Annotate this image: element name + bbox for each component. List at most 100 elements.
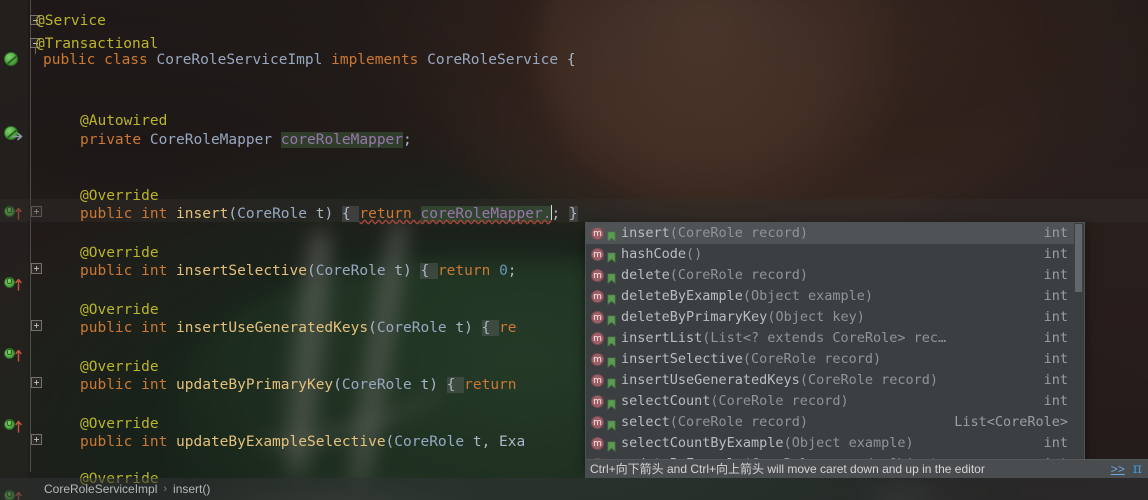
bookmark-icon <box>607 354 616 368</box>
autocomplete-item[interactable]: m deleteByExample(Object example) int <box>586 286 1074 307</box>
bookmark-icon <box>607 228 616 242</box>
code-line-caret[interactable]: public int insert(CoreRole t) { return c… <box>36 203 578 226</box>
param-name-t: t) <box>385 263 421 279</box>
param-type-corerole: CoreRole <box>237 206 307 222</box>
bookmark-icon <box>607 270 616 284</box>
autocomplete-item-label: selectCountByExample(Object example) <box>621 435 914 451</box>
body-close-brace: } <box>568 206 578 222</box>
pi-icon[interactable]: π <box>1125 461 1142 477</box>
autocomplete-popup[interactable]: m insert(CoreRole record) int m hashCode… <box>585 222 1085 468</box>
kw-public: public <box>80 434 142 450</box>
code-line[interactable]: private CoreRoleMapper coreRoleMapper; <box>36 129 412 152</box>
code-line[interactable]: public int insertSelective(CoreRole t) {… <box>36 260 517 283</box>
paren-open: ( <box>306 263 316 279</box>
autocomplete-item[interactable]: m insertList(List<? extends CoreRole> re… <box>586 328 1074 349</box>
autocomplete-item-type: int <box>1043 330 1068 346</box>
autocomplete-item[interactable]: m selectCountByExample(Object example) i… <box>586 433 1074 454</box>
autocomplete-item-label: selectCount(CoreRole record) <box>621 393 849 409</box>
open-brace: { <box>566 52 576 68</box>
bookmark-icon <box>607 291 616 305</box>
override-marker-icon[interactable]: O <box>4 347 22 362</box>
autocomplete-item[interactable]: m insertSelective(CoreRole record) int <box>586 349 1074 370</box>
autocomplete-item-label: delete(CoreRole record) <box>621 267 808 283</box>
autocomplete-item-label: hashCode() <box>621 246 703 262</box>
autocomplete-item[interactable]: m selectCount(CoreRole record) int <box>586 391 1074 412</box>
method-icon: m <box>591 269 604 282</box>
class-name-corerolemapper: CoreRoleMapper <box>149 132 281 148</box>
annotation-override: @Override <box>80 359 159 375</box>
hint-more-link[interactable]: >> <box>1111 460 1125 479</box>
autocomplete-item[interactable]: m insertUseGeneratedKeys(CoreRole record… <box>586 370 1074 391</box>
semicolon: ; <box>507 263 517 279</box>
param-type-corerole: CoreRole <box>315 263 386 279</box>
method-icon: m <box>591 353 604 366</box>
bookmark-icon <box>607 375 616 389</box>
autocomplete-item[interactable]: m insert(CoreRole record) int <box>586 223 1074 244</box>
autocomplete-item-label: deleteByPrimaryKey(Object key) <box>621 309 865 325</box>
breadcrumb[interactable]: CoreRoleServiceImpl › insert() <box>0 478 1148 500</box>
method-icon: m <box>591 437 604 450</box>
kw-public: public <box>80 377 142 393</box>
kw-return: return <box>437 263 500 279</box>
spring-bean-autowired-icon[interactable] <box>4 126 26 142</box>
body-open-brace: { <box>420 263 438 279</box>
kw-int: int <box>141 206 177 222</box>
autocomplete-item[interactable]: m select(CoreRole record) List<CoreRole> <box>586 412 1074 433</box>
kw-return-truncated: re <box>499 320 517 336</box>
param-type-corerole: CoreRole <box>376 320 447 336</box>
chevron-right-icon: › <box>163 483 168 495</box>
kw-public: public <box>80 320 142 336</box>
code-line[interactable]: public int updateByExampleSelective(Core… <box>36 431 525 454</box>
bookmark-icon <box>607 312 616 326</box>
body-open-brace: { <box>481 320 500 336</box>
param-name-t: t) <box>446 320 482 336</box>
ide-editor-window: O O O O O <box>0 0 1148 500</box>
autocomplete-list[interactable]: m insert(CoreRole record) int m hashCode… <box>586 223 1074 467</box>
autocomplete-item-type: int <box>1043 309 1068 325</box>
code-line[interactable]: @Service <box>36 10 106 33</box>
expression-corerolemapper-dot: coreRoleMapper. <box>420 206 552 222</box>
autocomplete-item[interactable]: m hashCode() int <box>586 244 1074 265</box>
annotation-service: @Service <box>36 13 106 29</box>
paren-open: ( <box>385 434 395 450</box>
semicolon: ; <box>551 206 569 222</box>
method-name-insertselective: insertSelective <box>176 263 307 279</box>
kw-public: public <box>80 206 142 222</box>
paren-open: ( <box>333 377 342 393</box>
code-line[interactable]: public int insertUseGeneratedKeys(CoreRo… <box>36 317 517 340</box>
autocomplete-item-label: select(CoreRole record) <box>621 414 808 430</box>
autocomplete-item[interactable]: m deleteByPrimaryKey(Object key) int <box>586 307 1074 328</box>
override-marker-icon[interactable]: O <box>4 276 22 291</box>
code-line[interactable]: public class CoreRoleServiceImpl impleme… <box>36 49 576 72</box>
kw-return: return <box>359 206 421 222</box>
kw-int: int <box>141 263 177 279</box>
code-line[interactable]: public int updateByPrimaryKey(CoreRole t… <box>36 374 517 397</box>
method-icon: m <box>591 248 604 261</box>
annotation-override: @Override <box>80 416 159 432</box>
method-name-insertusegeneratedkeys: insertUseGeneratedKeys <box>176 320 369 336</box>
override-marker-icon[interactable]: O <box>4 418 22 433</box>
param-type-corerole: CoreRole <box>394 434 465 450</box>
method-icon: m <box>591 416 604 429</box>
autocomplete-scrollbar[interactable] <box>1074 223 1084 467</box>
body-open-brace: { <box>341 206 360 222</box>
method-name-updatebyexampleselective: updateByExampleSelective <box>176 434 386 450</box>
method-name-insert: insert <box>176 206 229 222</box>
breadcrumb-method[interactable]: insert() <box>173 478 210 500</box>
method-icon: m <box>591 374 604 387</box>
bookmark-icon <box>607 438 616 452</box>
autocomplete-item[interactable]: m delete(CoreRole record) int <box>586 265 1074 286</box>
editor-gutter[interactable] <box>0 0 28 480</box>
autocomplete-item-label: deleteByExample(Object example) <box>621 288 873 304</box>
kw-int: int <box>141 434 177 450</box>
breadcrumb-class[interactable]: CoreRoleServiceImpl <box>44 478 157 500</box>
autocomplete-scrollbar-thumb[interactable] <box>1075 224 1082 292</box>
bookmark-icon <box>607 417 616 431</box>
autocomplete-item-label: insertList(List<? extends CoreRole> rec… <box>621 330 947 346</box>
kw-class: class <box>104 52 157 68</box>
param-name-t: t) <box>307 206 342 222</box>
gutter-separator-line <box>30 0 31 472</box>
param-list-truncated: t, Exa <box>464 434 526 450</box>
kw-int: int <box>141 320 177 336</box>
spring-bean-icon[interactable] <box>4 52 20 68</box>
